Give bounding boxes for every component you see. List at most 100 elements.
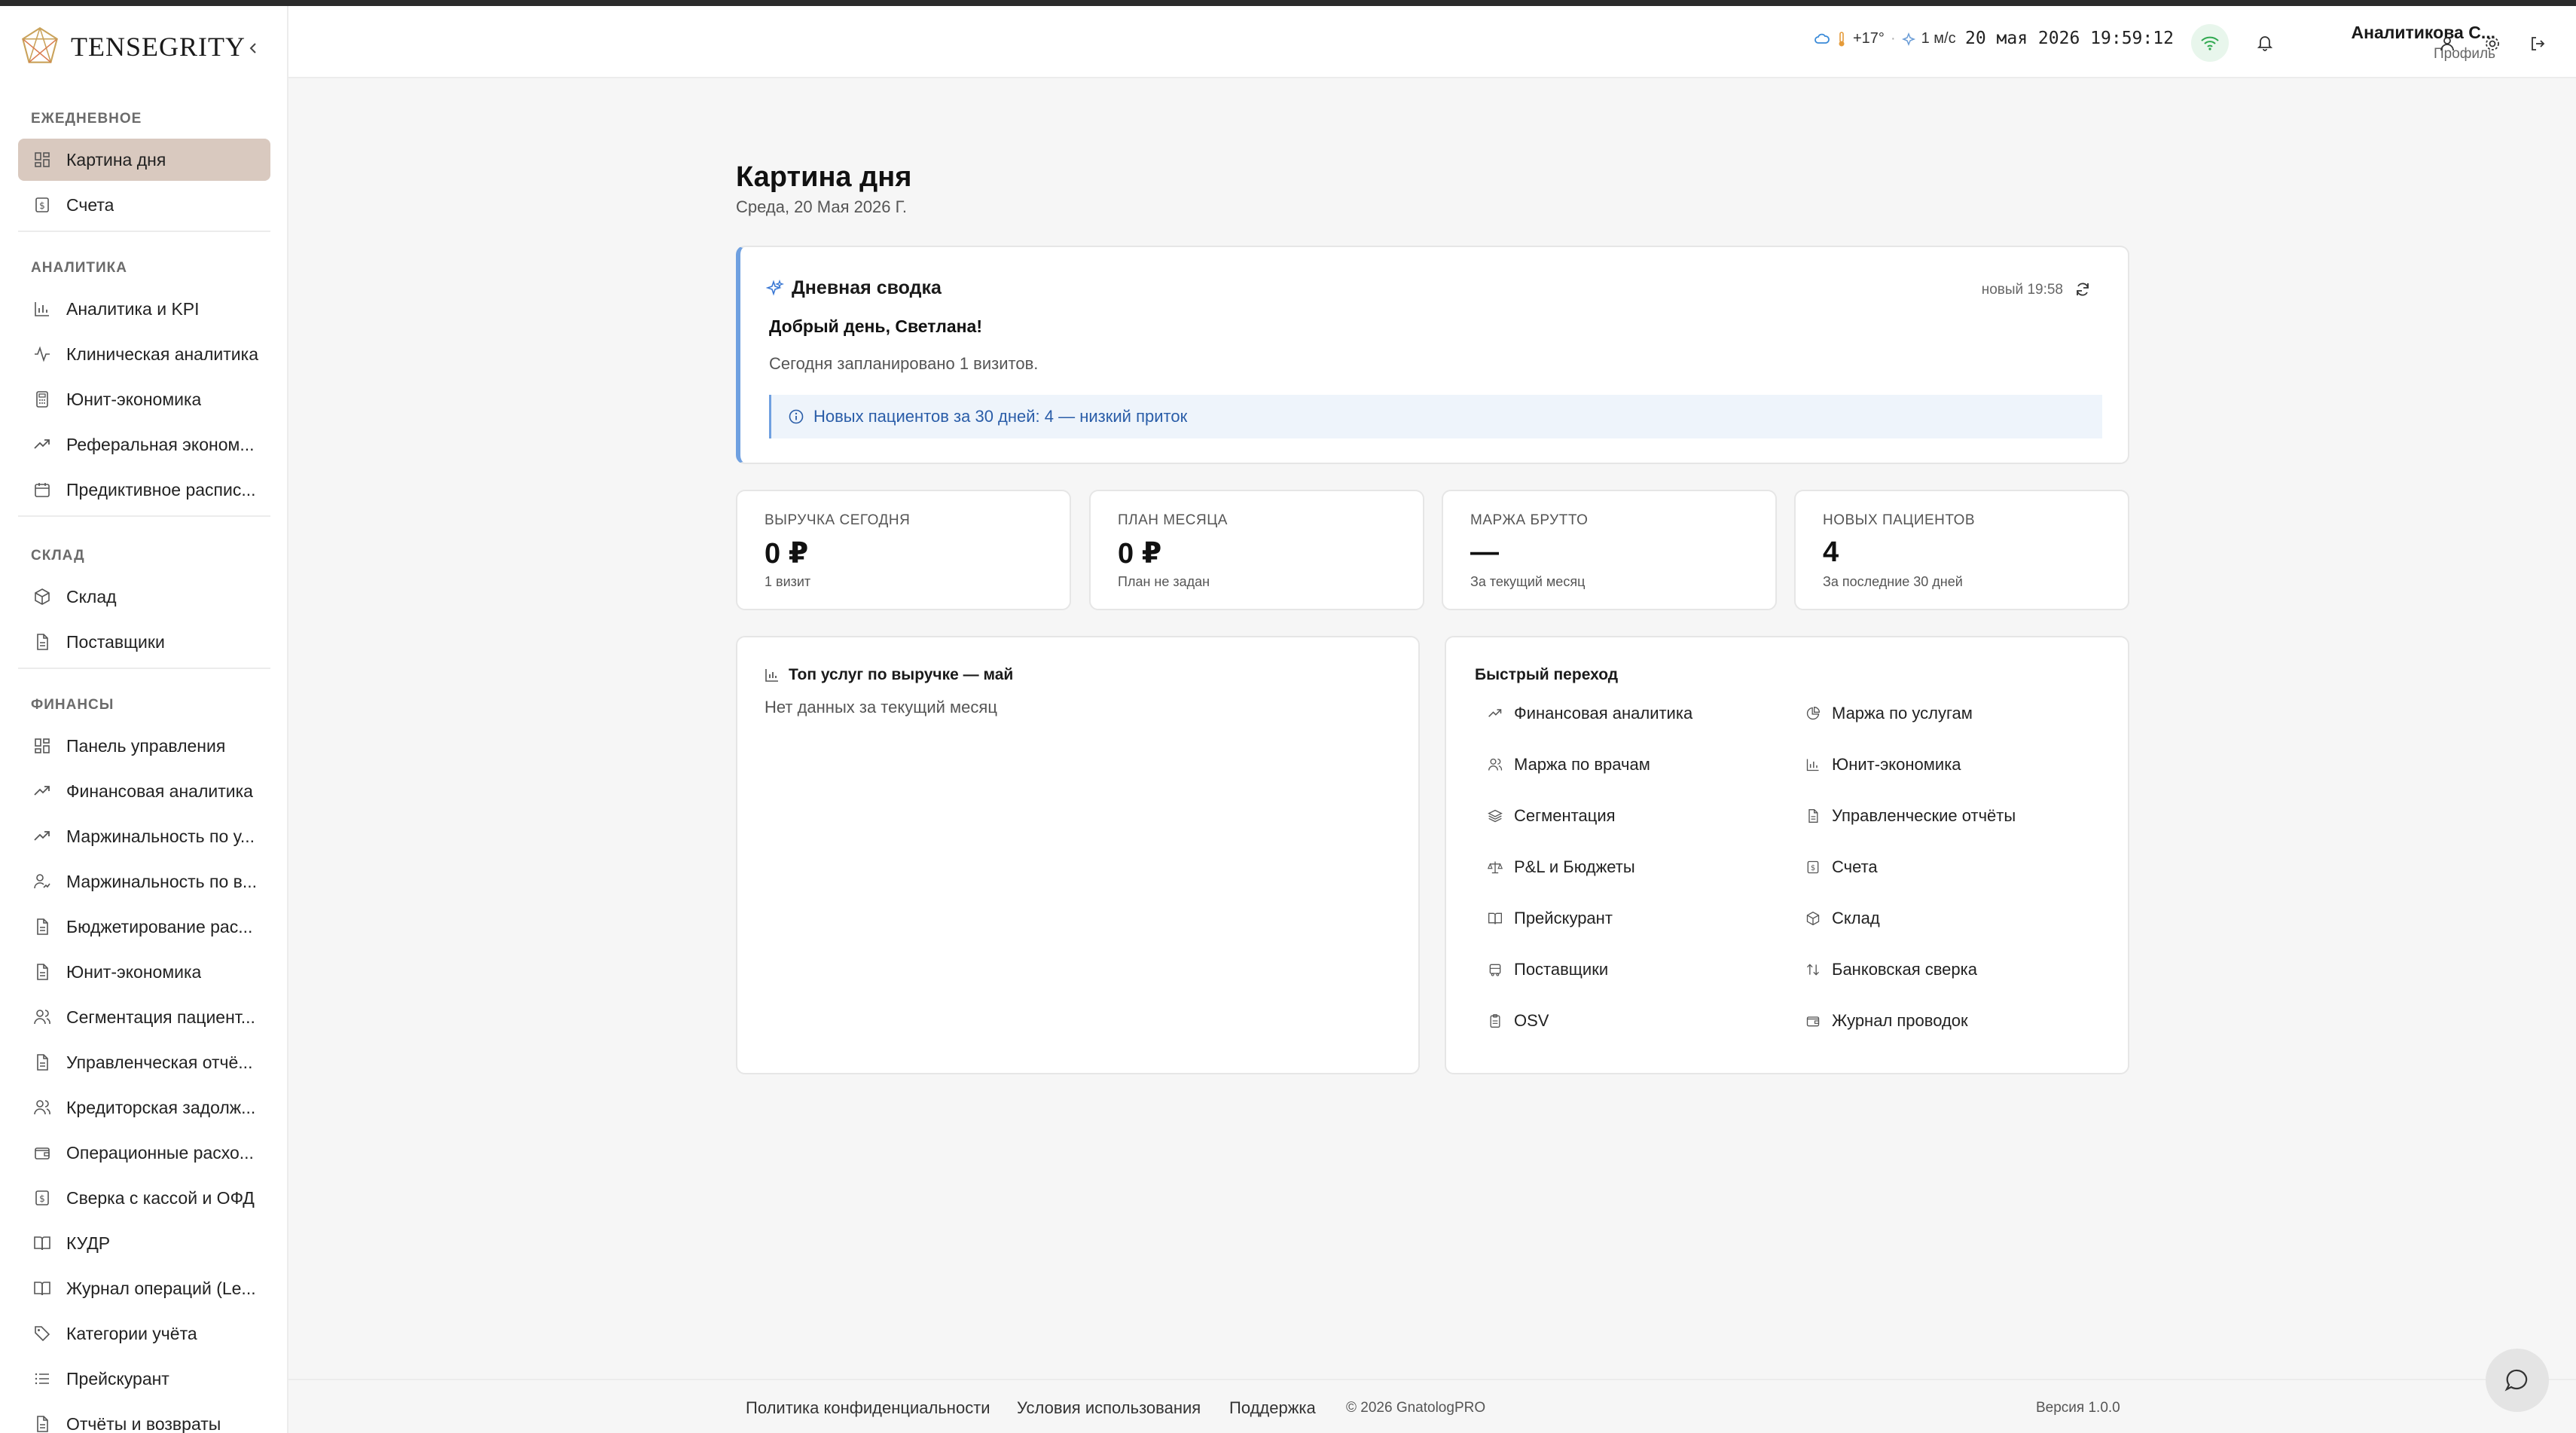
- cloud-icon: [1814, 31, 1830, 47]
- sidebar-item[interactable]: Сегментация пациент...: [18, 996, 270, 1038]
- chat-button[interactable]: [2486, 1349, 2549, 1412]
- file-icon: [32, 961, 53, 982]
- sidebar-collapse-button[interactable]: [238, 33, 268, 63]
- top-services-title-text: Топ услуг по выручке — май: [789, 666, 1014, 683]
- brand[interactable]: TENSEGRITY: [17, 23, 246, 71]
- quick-nav-link[interactable]: Прейскурант: [1487, 909, 1613, 928]
- sidebar-item[interactable]: Кредиторская задолж...: [18, 1086, 270, 1129]
- kpi-value: —: [1470, 536, 1499, 568]
- quick-nav-link[interactable]: $ Счета: [1805, 857, 1878, 877]
- connection-status[interactable]: [2191, 24, 2229, 62]
- brand-name: TENSEGRITY: [71, 32, 246, 62]
- sidebar-item-label: Кредиторская задолж...: [66, 1097, 256, 1117]
- sidebar-item[interactable]: Картина дня: [18, 139, 270, 181]
- sidebar-item[interactable]: $ Сверка с кассой и ОФД: [18, 1177, 270, 1219]
- quick-nav-link[interactable]: OSV: [1487, 1011, 1549, 1031]
- support-link[interactable]: Поддержка: [1229, 1398, 1316, 1418]
- sidebar-item[interactable]: Прейскурант: [18, 1358, 270, 1400]
- quick-nav-label: P&L и Бюджеты: [1514, 857, 1635, 876]
- sidebar-item[interactable]: Маржинальность по у...: [18, 815, 270, 857]
- quick-nav-link[interactable]: Маржа по услугам: [1805, 704, 1973, 723]
- sidebar-section: АНАЛИТИКА Аналитика и KPI Клиническая анал…: [0, 253, 287, 517]
- sidebar-item[interactable]: $ Счета: [18, 184, 270, 226]
- quick-nav-link[interactable]: Управленческие отчёты: [1805, 806, 2016, 826]
- quick-nav-link[interactable]: Поставщики: [1487, 960, 1608, 979]
- file-icon: [32, 1413, 53, 1433]
- profile-link[interactable]: Профиль: [2277, 46, 2495, 63]
- sidebar-item[interactable]: Управленческая отчё...: [18, 1041, 270, 1083]
- calendar-icon: [32, 479, 53, 500]
- bar-chart-icon: [765, 668, 780, 683]
- sidebar-section: ФИНАНСЫ Панель управления Финансовая анали…: [0, 690, 287, 1433]
- profile-button[interactable]: [2434, 30, 2461, 57]
- kpi-value: 4: [1823, 536, 1839, 568]
- quick-nav-link[interactable]: Сегментация: [1487, 806, 1616, 826]
- sidebar-item[interactable]: Финансовая аналитика: [18, 770, 270, 812]
- quick-nav-link[interactable]: Маржа по врачам: [1487, 755, 1650, 775]
- sidebar-section-heading: СКЛАД: [31, 548, 85, 564]
- sidebar-item[interactable]: Бюджетирование рас...: [18, 906, 270, 948]
- quick-nav-link[interactable]: Склад: [1805, 909, 1880, 928]
- kpi-label: ВЫРУЧКА СЕГОДНЯ: [765, 512, 911, 528]
- sidebar-item[interactable]: КУДР: [18, 1222, 270, 1264]
- users-icon: [32, 1007, 53, 1028]
- sidebar-item[interactable]: Склад: [18, 576, 270, 618]
- sidebar-item-label: Сегментация пациент...: [66, 1007, 255, 1027]
- kpi-subtext: За последние 30 дней: [1823, 574, 1963, 589]
- pie-chart-icon: [1805, 705, 1821, 722]
- settings-button[interactable]: [2479, 30, 2506, 57]
- sidebar-item[interactable]: Маржинальность по в...: [18, 860, 270, 903]
- gear-icon: [2486, 37, 2499, 50]
- sidebar-item[interactable]: Аналитика и KPI: [18, 288, 270, 330]
- wind-icon: [1901, 32, 1915, 46]
- dollar-file-icon: $: [32, 194, 53, 215]
- sidebar-item[interactable]: Операционные расхо...: [18, 1132, 270, 1174]
- book-icon: [1487, 910, 1503, 927]
- summary-refresh-button[interactable]: [2071, 277, 2095, 301]
- quick-nav-link[interactable]: Финансовая аналитика: [1487, 704, 1692, 723]
- sidebar-item[interactable]: Юнит-экономика: [18, 951, 270, 993]
- privacy-link[interactable]: Политика конфиденциальности: [746, 1398, 990, 1418]
- quick-nav-link[interactable]: Журнал проводок: [1805, 1011, 1968, 1031]
- logout-button[interactable]: [2524, 30, 2551, 57]
- sidebar-item-label: Сверка с кассой и ОФД: [66, 1187, 255, 1208]
- notifications-button[interactable]: [2251, 29, 2278, 56]
- sidebar-item[interactable]: Клиническая аналитика: [18, 333, 270, 375]
- thermometer-icon: [1836, 31, 1847, 47]
- sidebar-item[interactable]: Панель управления: [18, 725, 270, 767]
- weather-widget: +17° · 1 м/с: [1814, 30, 1956, 47]
- sidebar-item[interactable]: Реферальная эконом...: [18, 423, 270, 466]
- sidebar-item-label: Аналитика и KPI: [66, 298, 200, 319]
- sidebar-item[interactable]: Категории учёта: [18, 1312, 270, 1355]
- bell-icon: [2257, 36, 2273, 51]
- sidebar-item-label: Панель управления: [66, 735, 226, 756]
- tag-icon: [32, 1323, 53, 1344]
- sidebar-item[interactable]: Журнал операций (Le...: [18, 1267, 270, 1309]
- info-icon: [788, 408, 804, 425]
- top-services-title: Топ услуг по выручке — май: [765, 666, 1013, 684]
- sidebar-item[interactable]: Отчёты и возвраты: [18, 1403, 270, 1433]
- trend-up-icon: [32, 781, 53, 802]
- dollar-file-icon: $: [32, 1187, 53, 1208]
- terms-link[interactable]: Условия использования: [1017, 1398, 1201, 1418]
- calculator-icon: [32, 389, 53, 410]
- clipboard-icon: [1487, 1013, 1503, 1029]
- sidebar-item[interactable]: Предиктивное распис...: [18, 469, 270, 511]
- summary-timestamp: новый 19:58: [1981, 282, 2063, 298]
- file-icon: [1805, 808, 1821, 824]
- kpi-label: МАРЖА БРУТТО: [1470, 512, 1589, 528]
- user-profile[interactable]: Аналитикова С... Профиль: [2277, 23, 2495, 63]
- sidebar-item[interactable]: Поставщики: [18, 621, 270, 663]
- book-icon: [32, 1233, 53, 1254]
- quick-nav-label: OSV: [1514, 1011, 1549, 1030]
- quick-nav-label: Юнит-экономика: [1832, 755, 1961, 774]
- top-services-empty: Нет данных за текущий месяц: [765, 698, 997, 716]
- sidebar-item-label: Финансовая аналитика: [66, 781, 253, 801]
- sidebar-item[interactable]: Юнит-экономика: [18, 378, 270, 420]
- quick-nav-link[interactable]: P&L и Бюджеты: [1487, 857, 1635, 877]
- refresh-icon: [2077, 283, 2089, 296]
- quick-nav-link[interactable]: Банковская сверка: [1805, 960, 1977, 979]
- weather-separator: ·: [1890, 30, 1896, 47]
- quick-nav-link[interactable]: Юнит-экономика: [1805, 755, 1961, 775]
- summary-greeting: Добрый день, Светлана!: [769, 316, 982, 336]
